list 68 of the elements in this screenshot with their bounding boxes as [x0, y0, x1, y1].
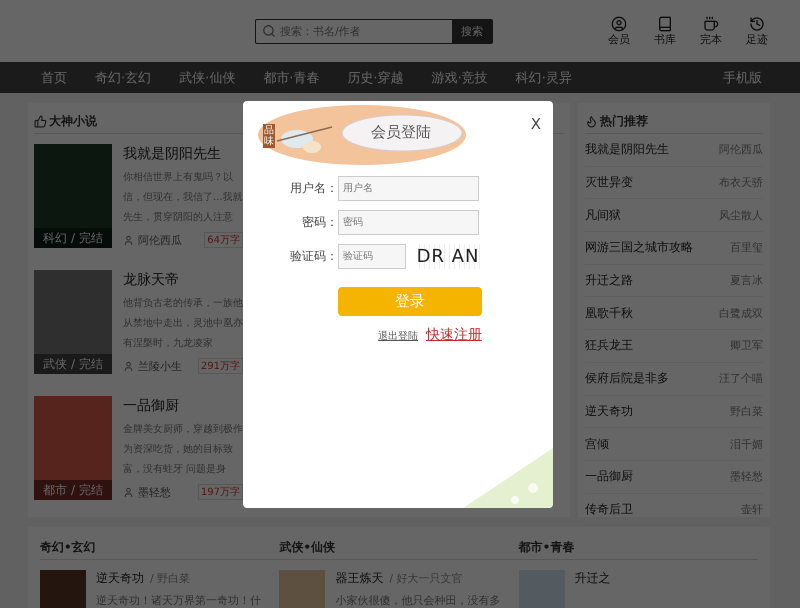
- category-title: 都市•青春: [518, 535, 758, 560]
- category-title: 奇幻•玄幻: [40, 535, 280, 560]
- cup-icon: [703, 16, 719, 32]
- hot-book-title[interactable]: 我就是阴阳先生: [585, 141, 669, 158]
- user-icon: [123, 486, 134, 498]
- word-count: 64万字: [204, 232, 243, 248]
- user-icon: [123, 360, 134, 372]
- thumbs-up-icon: [34, 114, 47, 128]
- word-count: 197万字: [198, 484, 243, 500]
- hot-book-title[interactable]: 一品御厨: [585, 468, 633, 486]
- hot-book-title[interactable]: 凰歌千秋: [585, 304, 633, 322]
- book-title[interactable]: 我就是阴阳先生: [123, 144, 243, 164]
- field-label: 验证码：: [289, 248, 338, 265]
- field-label: 用户名：: [289, 180, 338, 197]
- logout-link[interactable]: 退出登陆: [378, 329, 418, 343]
- nav-link[interactable]: 武侠·仙侠: [165, 68, 250, 86]
- book-cover[interactable]: 武侠 / 完结: [34, 270, 112, 374]
- nav-link[interactable]: 都市·青春: [249, 68, 334, 86]
- nav-link[interactable]: 游戏·竞技: [418, 68, 502, 86]
- book-title[interactable]: 升迁之: [574, 570, 611, 587]
- user-icon: [123, 234, 134, 246]
- history-icon: [749, 16, 765, 32]
- logo-badge: 品味: [263, 124, 275, 148]
- header-link[interactable]: 会员: [604, 16, 634, 46]
- book-author: 兰陵小生: [138, 358, 182, 374]
- search-icon: [262, 24, 276, 38]
- captcha-field[interactable]: 验证码: [338, 244, 406, 269]
- header-link[interactable]: 完本: [696, 16, 726, 46]
- flame-icon: [585, 114, 598, 128]
- header-link[interactable]: 书库: [650, 16, 680, 46]
- hot-book-title[interactable]: 侯府后院是非多: [585, 370, 669, 388]
- mobile-link[interactable]: 手机版: [723, 68, 762, 86]
- user-icon: [611, 16, 627, 32]
- section-title: 大神小说: [49, 112, 97, 130]
- hot-book-title[interactable]: 凡间狱: [585, 206, 621, 224]
- register-link[interactable]: 快速注册: [426, 326, 482, 344]
- book-cover[interactable]: 科幻 / 完结: [34, 144, 112, 248]
- nav-link[interactable]: 首页: [27, 68, 81, 86]
- dialog-title: 会员登陆: [371, 123, 431, 142]
- captcha-image[interactable]: DR AN: [415, 244, 481, 269]
- hot-book-title[interactable]: 宫倾: [585, 436, 609, 453]
- hot-book-title[interactable]: 升迁之路: [585, 272, 633, 290]
- book-cover[interactable]: 都市 / 完结: [34, 396, 112, 500]
- word-count: 291万字: [198, 358, 243, 374]
- book-icon: [657, 16, 673, 32]
- hot-book-title[interactable]: 逆天奇功: [585, 402, 633, 420]
- field-label: 密码：: [301, 214, 338, 231]
- hot-book-title[interactable]: 传奇后卫: [585, 500, 633, 518]
- book-title[interactable]: 器王炼天: [335, 570, 384, 587]
- hot-book-title[interactable]: 灭世异变: [585, 174, 633, 192]
- hot-book-title[interactable]: 网游三国之城市攻略: [585, 239, 693, 256]
- nav-link[interactable]: 科幻·灵异: [502, 68, 586, 86]
- book-author: 阿伦西瓜: [138, 232, 182, 248]
- password-field[interactable]: 密码: [338, 210, 479, 235]
- close-button[interactable]: X: [530, 115, 541, 133]
- section-title: 热门推荐: [600, 112, 648, 130]
- nav-link[interactable]: 奇幻·玄幻: [81, 68, 166, 86]
- category-title: 武侠•仙侠: [279, 535, 519, 560]
- header-link[interactable]: 足迹: [742, 16, 772, 46]
- hot-book-title[interactable]: 狂兵龙王: [585, 337, 633, 354]
- book-title[interactable]: 逆天奇功: [96, 570, 144, 587]
- book-title[interactable]: 龙脉天帝: [123, 270, 243, 290]
- book-title[interactable]: 一品御厨: [123, 396, 243, 416]
- nav-link[interactable]: 历史·穿越: [333, 68, 418, 86]
- search-button[interactable]: 搜索: [452, 20, 492, 42]
- login-button[interactable]: 登录: [338, 287, 482, 316]
- book-author: 墨轻愁: [138, 484, 171, 500]
- username-field[interactable]: 用户名: [338, 176, 479, 201]
